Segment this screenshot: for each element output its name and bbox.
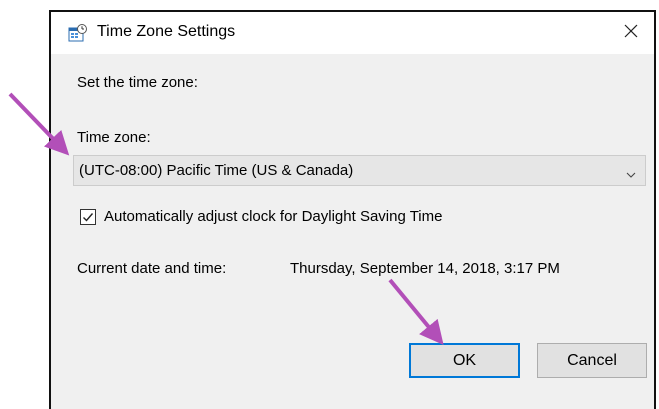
time-zone-selected-value: (UTC-08:00) Pacific Time (US & Canada) xyxy=(79,162,354,179)
time-zone-label: Time zone: xyxy=(77,129,151,146)
chevron-down-icon xyxy=(626,166,636,178)
screenshot-page: Time Zone Settings Set the time zone: Ti… xyxy=(0,0,659,409)
calendar-clock-icon xyxy=(68,24,88,42)
cancel-button[interactable]: Cancel xyxy=(537,343,647,378)
close-icon xyxy=(624,24,638,43)
title-bar: Time Zone Settings xyxy=(51,12,654,54)
current-date-time-label: Current date and time: xyxy=(77,260,227,277)
set-time-zone-prompt: Set the time zone: xyxy=(77,74,198,91)
ok-button[interactable]: OK xyxy=(409,343,520,378)
time-zone-settings-dialog: Time Zone Settings Set the time zone: Ti… xyxy=(49,10,656,409)
dst-checkbox[interactable] xyxy=(80,209,96,225)
close-button[interactable] xyxy=(608,12,654,54)
current-date-time-value: Thursday, September 14, 2018, 3:17 PM xyxy=(290,260,560,277)
time-zone-dropdown[interactable]: (UTC-08:00) Pacific Time (US & Canada) xyxy=(73,155,646,186)
checkmark-icon xyxy=(83,213,94,222)
dst-checkbox-label[interactable]: Automatically adjust clock for Daylight … xyxy=(104,208,442,225)
window-title: Time Zone Settings xyxy=(97,23,236,40)
